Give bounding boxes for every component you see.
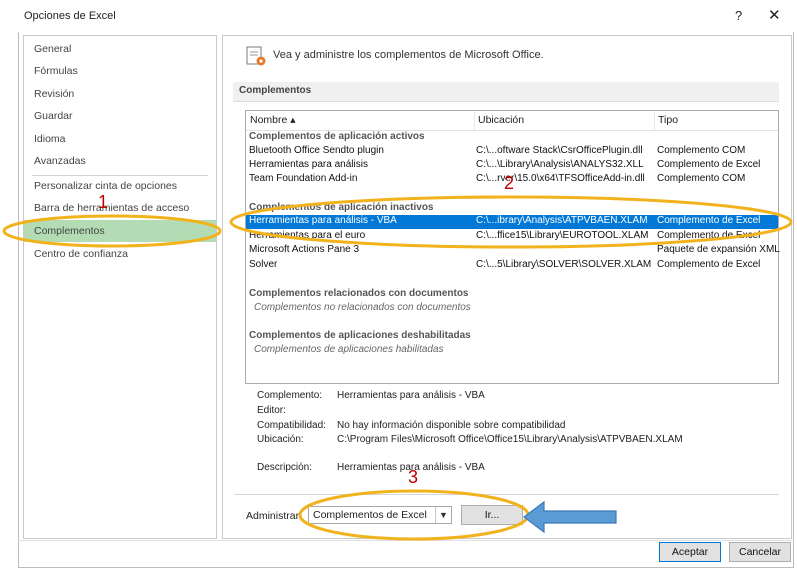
group-disabled-title: Complementos de aplicaciones deshabilita…	[249, 330, 471, 341]
addin-location: C:\...5\Library\SOLVER\SOLVER.XLAM	[476, 259, 652, 270]
sidebar-item-quick-access[interactable]: Barra de herramientas de acceso rápido	[24, 197, 216, 236]
addin-gear-icon	[246, 46, 266, 66]
sidebar-item-formulas[interactable]: Fórmulas	[24, 60, 216, 82]
addin-type: Complemento de Excel	[657, 259, 761, 270]
addin-row[interactable]: Bluetooth Office Sendto plugin C:\...oft…	[246, 145, 778, 159]
addin-type: Complemento de Excel	[657, 159, 761, 170]
group-disabled-empty: Complementos de aplicaciones habilitadas	[254, 344, 444, 355]
addin-type: Complemento COM	[657, 145, 746, 156]
addin-location: C:\...rver\15.0\x64\TFSOfficeAdd-in.dll	[476, 173, 645, 184]
addin-row-selected[interactable]: Herramientas para análisis - VBA C:\...i…	[246, 215, 778, 229]
group-documents-title: Complementos relacionados con documentos	[249, 288, 469, 299]
detail-addin-label: Complemento:	[257, 390, 323, 401]
addin-type: Paquete de expansión XML	[657, 244, 780, 255]
sidebar-item-complementos[interactable]: Complementos	[24, 220, 216, 242]
addin-name: Bluetooth Office Sendto plugin	[249, 145, 384, 156]
annotation-number-3: 3	[408, 467, 419, 487]
addin-type: Complemento de Excel	[657, 230, 761, 241]
addin-name: Herramientas para análisis	[249, 159, 368, 170]
chevron-down-icon[interactable]: ▼	[435, 507, 451, 523]
help-button[interactable]: ?	[735, 8, 742, 23]
window-title: Opciones de Excel	[24, 10, 116, 22]
options-sidebar: General Fórmulas Revisión Guardar Idioma…	[23, 35, 217, 539]
addin-row[interactable]: Herramientas para el euro C:\...ffice15\…	[246, 230, 778, 244]
detail-compat-value: No hay información disponible sobre comp…	[337, 420, 566, 431]
group-documents-empty: Complementos no relacionados con documen…	[254, 302, 471, 313]
addin-location: C:\...oftware Stack\CsrOfficePlugin.dll	[476, 145, 643, 156]
sidebar-item-revision[interactable]: Revisión	[24, 83, 216, 105]
manage-label: Administrar:	[246, 510, 303, 522]
sidebar-item-guardar[interactable]: Guardar	[24, 105, 216, 127]
cancel-button[interactable]: Cancelar	[729, 542, 791, 562]
footer-divider	[18, 540, 794, 541]
addin-name: Herramientas para análisis - VBA	[249, 215, 397, 226]
addin-row[interactable]: Microsoft Actions Pane 3 Paquete de expa…	[246, 244, 780, 258]
section-title: Complementos	[233, 82, 779, 102]
addin-name: Microsoft Actions Pane 3	[249, 244, 360, 255]
column-header-name[interactable]: Nombre ▴	[247, 112, 475, 130]
column-header-location[interactable]: Ubicación	[475, 112, 655, 130]
detail-location-value: C:\Program Files\Microsoft Office\Office…	[337, 434, 683, 445]
addin-name: Solver	[249, 259, 278, 270]
addin-location: C:\...\Library\Analysis\ANALYS32.XLL	[476, 159, 644, 170]
close-button[interactable]: ✕	[768, 6, 781, 24]
title-bar: Opciones de Excel ? ✕	[0, 0, 797, 32]
addin-location: C:\...ibrary\Analysis\ATPVBAEN.XLAM	[476, 215, 648, 226]
detail-location-label: Ubicación:	[257, 434, 304, 445]
manage-divider	[234, 494, 779, 495]
annotation-number-1: 1	[98, 192, 109, 212]
intro-text: Vea y administre los complementos de Mic…	[273, 49, 544, 61]
addin-row[interactable]: Herramientas para análisis C:\...\Librar…	[246, 159, 778, 173]
column-header-type[interactable]: Tipo	[655, 112, 777, 130]
group-inactive-title: Complementos de aplicación inactivos	[249, 202, 434, 213]
sidebar-item-trust-center[interactable]: Centro de confianza	[24, 243, 216, 265]
addin-type: Complemento COM	[657, 173, 746, 184]
detail-addin-value: Herramientas para análisis - VBA	[337, 390, 485, 401]
addin-name: Herramientas para el euro	[249, 230, 366, 241]
addin-location: C:\...ffice15\Library\EUROTOOL.XLAM	[476, 230, 649, 241]
detail-description-label: Descripción:	[257, 462, 313, 473]
addin-row[interactable]: Solver C:\...5\Library\SOLVER\SOLVER.XLA…	[246, 259, 778, 273]
addin-type: Complemento de Excel	[657, 215, 761, 226]
ok-button[interactable]: Aceptar	[659, 542, 721, 562]
sidebar-item-avanzadas[interactable]: Avanzadas	[24, 150, 216, 172]
detail-editor-label: Editor:	[257, 405, 286, 416]
addin-name: Team Foundation Add-in	[249, 173, 358, 184]
manage-dropdown[interactable]: Complementos de Excel ▼	[308, 506, 452, 524]
sidebar-item-customize-ribbon[interactable]: Personalizar cinta de opciones	[24, 175, 216, 197]
annotation-number-2: 2	[504, 173, 515, 193]
sidebar-item-idioma[interactable]: Idioma	[24, 128, 216, 150]
manage-dropdown-value: Complementos de Excel	[313, 509, 427, 521]
group-active-title: Complementos de aplicación activos	[249, 131, 425, 142]
go-button[interactable]: Ir...	[461, 505, 523, 525]
detail-compat-label: Compatibilidad:	[257, 420, 326, 431]
sidebar-item-general[interactable]: General	[24, 38, 216, 60]
